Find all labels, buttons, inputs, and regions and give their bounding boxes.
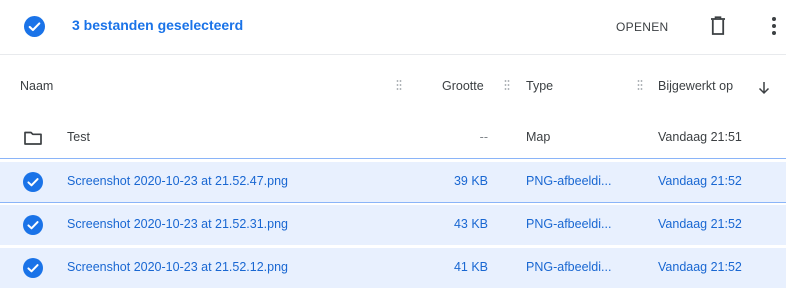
file-name: Screenshot 2020-10-23 at 21.52.47.png bbox=[67, 174, 289, 188]
file-type: PNG-afbeeldi... bbox=[526, 260, 612, 274]
file-name: Screenshot 2020-10-23 at 21.52.12.png bbox=[67, 260, 289, 274]
file-name: Screenshot 2020-10-23 at 21.52.31.png bbox=[67, 217, 289, 231]
file-type: PNG-afbeeldi... bbox=[526, 174, 612, 188]
open-button[interactable]: OPENEN bbox=[606, 16, 678, 38]
check-circle-icon[interactable] bbox=[23, 215, 43, 235]
more-vert-icon[interactable] bbox=[768, 14, 780, 38]
file-modified: Vandaag 21:52 bbox=[658, 260, 742, 274]
folder-icon bbox=[24, 131, 42, 145]
file-size: 41 KB bbox=[453, 260, 488, 274]
column-resize-handle-icon[interactable] bbox=[637, 79, 643, 91]
file-type: PNG-afbeeldi... bbox=[526, 217, 612, 231]
file-modified: Vandaag 21:52 bbox=[658, 174, 742, 188]
row-divider bbox=[0, 158, 786, 159]
table-row[interactable]: Test -- Map Vandaag 21:51 bbox=[0, 118, 786, 158]
file-manager: 3 bestanden geselecteerd OPENEN Naam Gro… bbox=[0, 0, 786, 288]
file-size: -- bbox=[479, 130, 488, 144]
row-divider bbox=[0, 245, 786, 246]
toolbar-divider bbox=[0, 54, 786, 55]
file-size: 39 KB bbox=[453, 174, 488, 188]
file-name: Test bbox=[67, 130, 90, 144]
trash-icon[interactable] bbox=[706, 14, 730, 38]
column-header-size[interactable]: Grootte bbox=[442, 79, 484, 93]
file-modified: Vandaag 21:51 bbox=[658, 130, 742, 144]
column-header-modified[interactable]: Bijgewerkt op bbox=[658, 79, 733, 93]
file-modified: Vandaag 21:52 bbox=[658, 217, 742, 231]
check-circle-icon[interactable] bbox=[24, 16, 45, 37]
file-size: 43 KB bbox=[453, 217, 488, 231]
selection-toolbar: 3 bestanden geselecteerd OPENEN bbox=[0, 0, 786, 54]
table-header: Naam Grootte Type Bijgewerkt op bbox=[0, 70, 786, 106]
selection-count-title: 3 bestanden geselecteerd bbox=[72, 17, 244, 33]
check-circle-icon[interactable] bbox=[23, 258, 43, 278]
check-circle-icon[interactable] bbox=[23, 172, 43, 192]
file-type: Map bbox=[526, 130, 551, 144]
table-row[interactable]: Screenshot 2020-10-23 at 21.52.12.png 41… bbox=[0, 248, 786, 288]
table-row[interactable]: Screenshot 2020-10-23 at 21.52.47.png 39… bbox=[0, 162, 786, 202]
row-divider bbox=[0, 202, 786, 203]
column-resize-handle-icon[interactable] bbox=[396, 79, 402, 91]
arrow-down-icon[interactable] bbox=[758, 81, 770, 95]
column-header-type[interactable]: Type bbox=[526, 79, 553, 93]
table-row[interactable]: Screenshot 2020-10-23 at 21.52.31.png 43… bbox=[0, 205, 786, 245]
column-header-name[interactable]: Naam bbox=[20, 79, 53, 93]
column-resize-handle-icon[interactable] bbox=[504, 79, 510, 91]
